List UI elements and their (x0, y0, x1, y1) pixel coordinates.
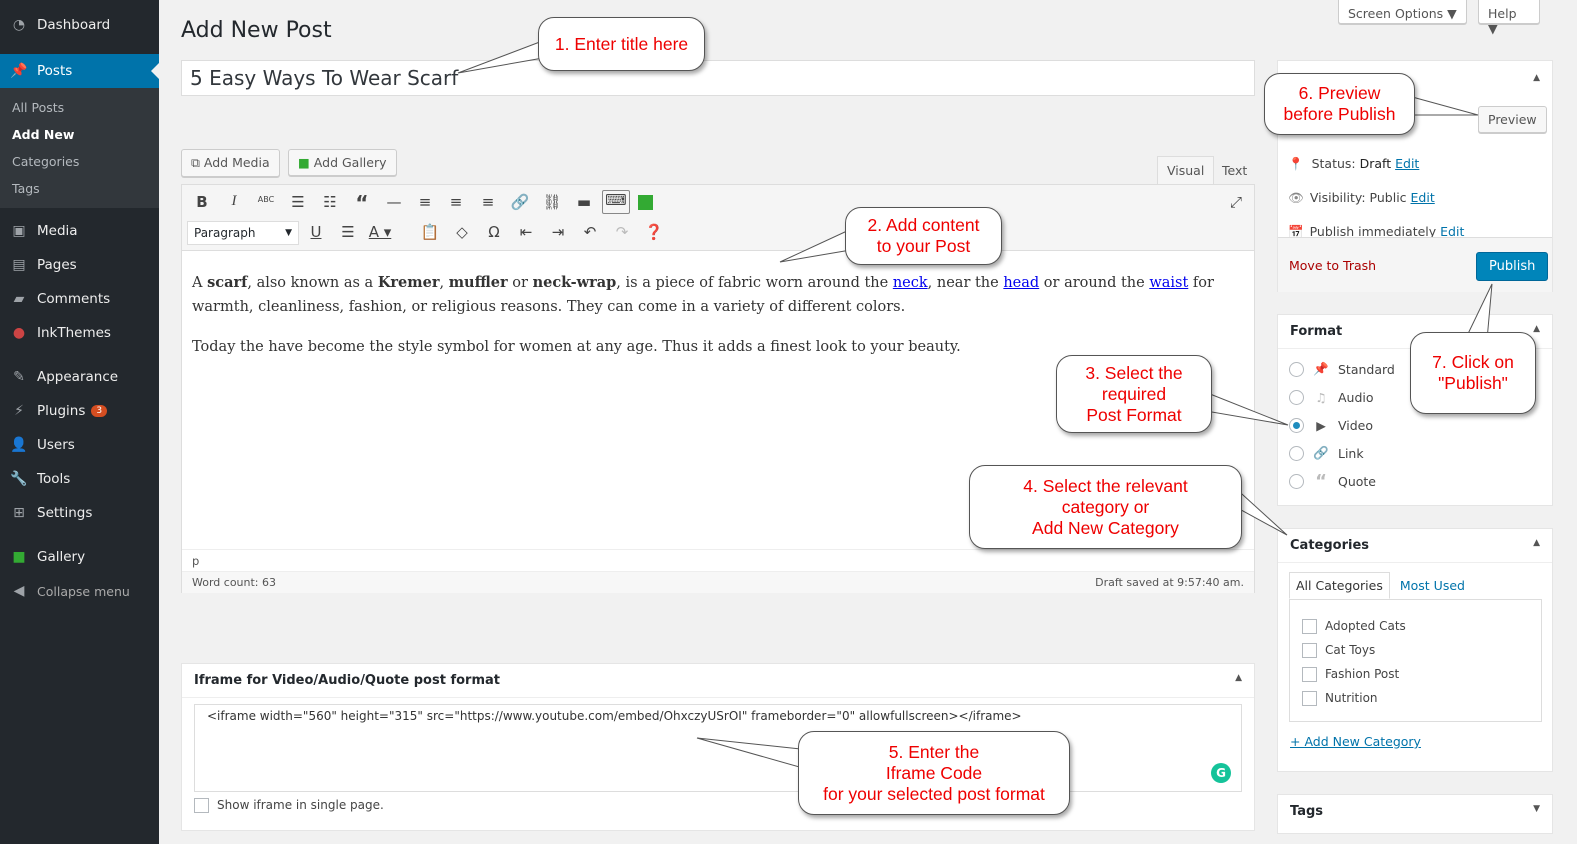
callout-publish: 7. Click on "Publish" (1410, 332, 1536, 414)
callout-enter-title: 1. Enter title here (538, 17, 705, 71)
callout-iframe-code: 5. Enter the Iframe Code for your select… (798, 731, 1070, 815)
callout-add-content: 2. Add content to your Post (845, 207, 1002, 265)
callout-preview: 6. Preview before Publish (1264, 73, 1415, 135)
callout-post-format: 3. Select the required Post Format (1056, 355, 1212, 433)
callout-category: 4. Select the relevant category or Add N… (969, 465, 1242, 549)
